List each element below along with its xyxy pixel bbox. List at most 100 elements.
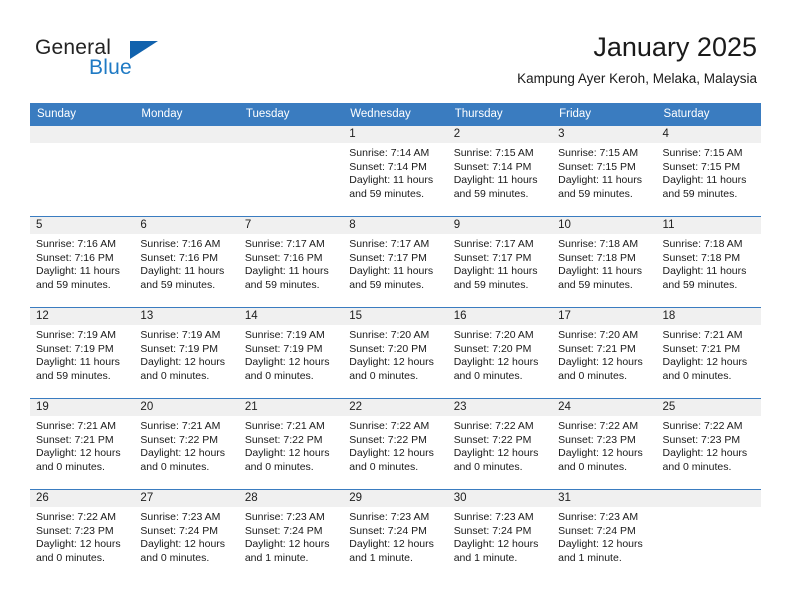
sunset-text: Sunset: 7:24 PM bbox=[349, 524, 427, 537]
daylight-text-line1: Daylight: 12 hours bbox=[349, 447, 434, 460]
daylight-text-line2: and 1 minute. bbox=[244, 551, 309, 564]
sunrise-text: Sunrise: 7:23 AM bbox=[244, 511, 325, 523]
day-number: 10 bbox=[552, 217, 657, 234]
sunrise-text: Sunrise: 7:16 AM bbox=[140, 238, 221, 250]
triangle-icon bbox=[130, 41, 158, 59]
day-number: 1 bbox=[343, 126, 448, 143]
day-details: Sunrise: 7:21 AM Sunset: 7:22 PM Daylight:… bbox=[239, 416, 343, 474]
calendar-day-cell[interactable]: 13 Sunrise: 7:19 AM Sunset: 7:19 PM Dayligh… bbox=[134, 307, 239, 399]
calendar-day-cell[interactable]: 8 Sunrise: 7:17 AM Sunset: 7:17 PM Daylight… bbox=[343, 216, 448, 308]
daylight-text-line1: Daylight: 12 hours bbox=[36, 538, 121, 551]
sunrise-text: Sunrise: 7:23 AM bbox=[140, 511, 221, 523]
day-number: 14 bbox=[238, 308, 344, 325]
calendar-week-row: 26 Sunrise: 7:22 AM Sunset: 7:23 PM Dayligh… bbox=[30, 489, 761, 580]
calendar-day-cell[interactable]: 29 Sunrise: 7:23 AM Sunset: 7:24 PM Dayligh… bbox=[343, 489, 448, 580]
sunset-text: Sunset: 7:21 PM bbox=[36, 433, 114, 446]
day-details: Sunrise: 7:18 AM Sunset: 7:18 PM Daylight:… bbox=[657, 234, 761, 292]
calendar-day-cell[interactable]: 26 Sunrise: 7:22 AM Sunset: 7:23 PM Dayligh… bbox=[30, 489, 135, 580]
sunset-text: Sunset: 7:14 PM bbox=[349, 160, 427, 173]
calendar-week-row: 19 Sunrise: 7:21 AM Sunset: 7:21 PM Dayligh… bbox=[30, 398, 761, 490]
calendar-day-cell[interactable]: 12 Sunrise: 7:19 AM Sunset: 7:19 PM Dayligh… bbox=[30, 307, 135, 399]
calendar-day-cell[interactable]: 20 Sunrise: 7:21 AM Sunset: 7:22 PM Dayligh… bbox=[134, 398, 239, 490]
calendar-day-cell[interactable]: 1 Sunrise: 7:14 AM Sunset: 7:14 PM Daylight… bbox=[343, 125, 448, 217]
daylight-text-line1: Daylight: 11 hours bbox=[349, 174, 434, 187]
sunrise-text: Sunrise: 7:19 AM bbox=[244, 329, 325, 341]
day-details: Sunrise: 7:17 AM Sunset: 7:17 PM Daylight:… bbox=[343, 234, 447, 292]
sunset-text: Sunset: 7:21 PM bbox=[662, 342, 741, 355]
day-number: 15 bbox=[343, 308, 448, 325]
daylight-text-line2: and 59 minutes. bbox=[558, 187, 633, 200]
daylight-text-line2: and 0 minutes. bbox=[140, 369, 210, 382]
day-number: 13 bbox=[134, 308, 239, 325]
sunrise-text: Sunrise: 7:18 AM bbox=[558, 238, 639, 250]
calendar-day-cell[interactable]: 18 Sunrise: 7:21 AM Sunset: 7:21 PM Dayligh… bbox=[656, 307, 761, 399]
day-details: Sunrise: 7:15 AM Sunset: 7:14 PM Daylight:… bbox=[448, 143, 552, 201]
sunrise-text: Sunrise: 7:17 AM bbox=[453, 238, 534, 250]
weekday-header-tuesday: Tuesday bbox=[238, 103, 344, 126]
calendar-day-cell[interactable]: 9 Sunrise: 7:17 AM Sunset: 7:17 PM Daylight… bbox=[447, 216, 553, 308]
sunset-text: Sunset: 7:23 PM bbox=[36, 524, 114, 537]
sunset-text: Sunset: 7:19 PM bbox=[244, 342, 323, 355]
calendar-day-cell[interactable]: 27 Sunrise: 7:23 AM Sunset: 7:24 PM Dayligh… bbox=[134, 489, 239, 580]
daylight-text-line2: and 0 minutes. bbox=[349, 460, 419, 473]
daylight-text-line2: and 59 minutes. bbox=[349, 187, 424, 200]
sunset-text: Sunset: 7:22 PM bbox=[244, 433, 323, 446]
calendar-day-cell[interactable]: 31 Sunrise: 7:23 AM Sunset: 7:24 PM Dayligh… bbox=[552, 489, 657, 580]
weekday-header-saturday: Saturday bbox=[656, 103, 761, 126]
calendar-day-cell[interactable]: 19 Sunrise: 7:21 AM Sunset: 7:21 PM Dayligh… bbox=[30, 398, 135, 490]
calendar-day-cell[interactable]: 17 Sunrise: 7:20 AM Sunset: 7:21 PM Dayligh… bbox=[552, 307, 657, 399]
day-details: Sunrise: 7:23 AM Sunset: 7:24 PM Daylight:… bbox=[134, 507, 238, 565]
day-details: Sunrise: 7:22 AM Sunset: 7:22 PM Daylight:… bbox=[343, 416, 447, 474]
calendar-day-cell[interactable]: 16 Sunrise: 7:20 AM Sunset: 7:20 PM Dayligh… bbox=[447, 307, 553, 399]
calendar-day-cell[interactable]: 22 Sunrise: 7:22 AM Sunset: 7:22 PM Dayligh… bbox=[343, 398, 448, 490]
calendar-day-cell[interactable]: 14 Sunrise: 7:19 AM Sunset: 7:19 PM Dayligh… bbox=[238, 307, 344, 399]
calendar-day-cell[interactable]: 3 Sunrise: 7:15 AM Sunset: 7:15 PM Daylight… bbox=[552, 125, 657, 217]
daylight-text-line2: and 0 minutes. bbox=[244, 460, 314, 473]
sunrise-text: Sunrise: 7:22 AM bbox=[36, 511, 116, 523]
daylight-text-line1: Daylight: 11 hours bbox=[349, 265, 434, 278]
calendar-day-cell[interactable]: 4 Sunrise: 7:15 AM Sunset: 7:15 PM Daylight… bbox=[656, 125, 761, 217]
sunrise-text: Sunrise: 7:22 AM bbox=[558, 420, 639, 432]
sunset-text: Sunset: 7:24 PM bbox=[244, 524, 323, 537]
calendar-day-cell[interactable]: 6 Sunrise: 7:16 AM Sunset: 7:16 PM Daylight… bbox=[134, 216, 239, 308]
day-details: Sunrise: 7:20 AM Sunset: 7:20 PM Daylight:… bbox=[343, 325, 447, 383]
daylight-text-line2: and 59 minutes. bbox=[662, 278, 738, 291]
sunrise-text: Sunrise: 7:21 AM bbox=[662, 329, 743, 341]
daylight-text-line1: Daylight: 12 hours bbox=[36, 447, 121, 460]
calendar-day-cell[interactable]: 25 Sunrise: 7:22 AM Sunset: 7:23 PM Dayligh… bbox=[656, 398, 761, 490]
calendar-day-cell[interactable]: 21 Sunrise: 7:21 AM Sunset: 7:22 PM Dayligh… bbox=[238, 398, 344, 490]
calendar-day-cell[interactable]: 24 Sunrise: 7:22 AM Sunset: 7:23 PM Dayligh… bbox=[552, 398, 657, 490]
sunrise-text: Sunrise: 7:14 AM bbox=[349, 147, 430, 159]
day-details: Sunrise: 7:20 AM Sunset: 7:21 PM Daylight:… bbox=[552, 325, 656, 383]
calendar-day-cell[interactable]: 10 Sunrise: 7:18 AM Sunset: 7:18 PM Dayligh… bbox=[552, 216, 657, 308]
calendar-day-cell[interactable]: 15 Sunrise: 7:20 AM Sunset: 7:20 PM Dayligh… bbox=[343, 307, 448, 399]
daylight-text-line1: Daylight: 12 hours bbox=[244, 356, 330, 369]
calendar-day-cell[interactable]: 11 Sunrise: 7:18 AM Sunset: 7:18 PM Dayligh… bbox=[656, 216, 761, 308]
calendar-page: General Blue January 2025 Kampung Ayer K… bbox=[0, 0, 792, 612]
calendar-day-cell-empty bbox=[30, 125, 135, 217]
daylight-text-line1: Daylight: 11 hours bbox=[140, 265, 225, 278]
day-details: Sunrise: 7:15 AM Sunset: 7:15 PM Daylight:… bbox=[552, 143, 656, 201]
day-details: Sunrise: 7:22 AM Sunset: 7:23 PM Daylight:… bbox=[30, 507, 134, 565]
day-details: Sunrise: 7:21 AM Sunset: 7:22 PM Daylight:… bbox=[134, 416, 238, 474]
day-number: 24 bbox=[552, 399, 657, 416]
day-number: 6 bbox=[134, 217, 239, 234]
calendar-day-cell[interactable]: 28 Sunrise: 7:23 AM Sunset: 7:24 PM Dayligh… bbox=[238, 489, 344, 580]
calendar-day-cell[interactable]: 7 Sunrise: 7:17 AM Sunset: 7:16 PM Daylight… bbox=[238, 216, 344, 308]
sunset-text: Sunset: 7:24 PM bbox=[558, 524, 636, 537]
calendar-day-cell[interactable]: 5 Sunrise: 7:16 AM Sunset: 7:16 PM Daylight… bbox=[30, 216, 135, 308]
sunset-text: Sunset: 7:24 PM bbox=[453, 524, 532, 537]
calendar-day-cell[interactable]: 23 Sunrise: 7:22 AM Sunset: 7:22 PM Dayligh… bbox=[447, 398, 553, 490]
sunset-text: Sunset: 7:21 PM bbox=[558, 342, 636, 355]
daylight-text-line2: and 0 minutes. bbox=[662, 460, 732, 473]
day-number: 4 bbox=[656, 126, 761, 143]
calendar-day-cell[interactable]: 30 Sunrise: 7:23 AM Sunset: 7:24 PM Dayligh… bbox=[447, 489, 553, 580]
day-number: 3 bbox=[552, 126, 657, 143]
calendar-day-cell[interactable]: 2 Sunrise: 7:15 AM Sunset: 7:14 PM Daylight… bbox=[447, 125, 553, 217]
calendar-header-row: Sunday Monday Tuesday Wednesday Thursday… bbox=[30, 103, 761, 126]
daylight-text-line1: Daylight: 11 hours bbox=[662, 174, 747, 187]
sunset-text: Sunset: 7:22 PM bbox=[453, 433, 532, 446]
sunrise-text: Sunrise: 7:15 AM bbox=[453, 147, 534, 159]
brand-logo[interactable]: General Blue bbox=[35, 36, 255, 86]
daylight-text-line1: Daylight: 12 hours bbox=[244, 538, 330, 551]
